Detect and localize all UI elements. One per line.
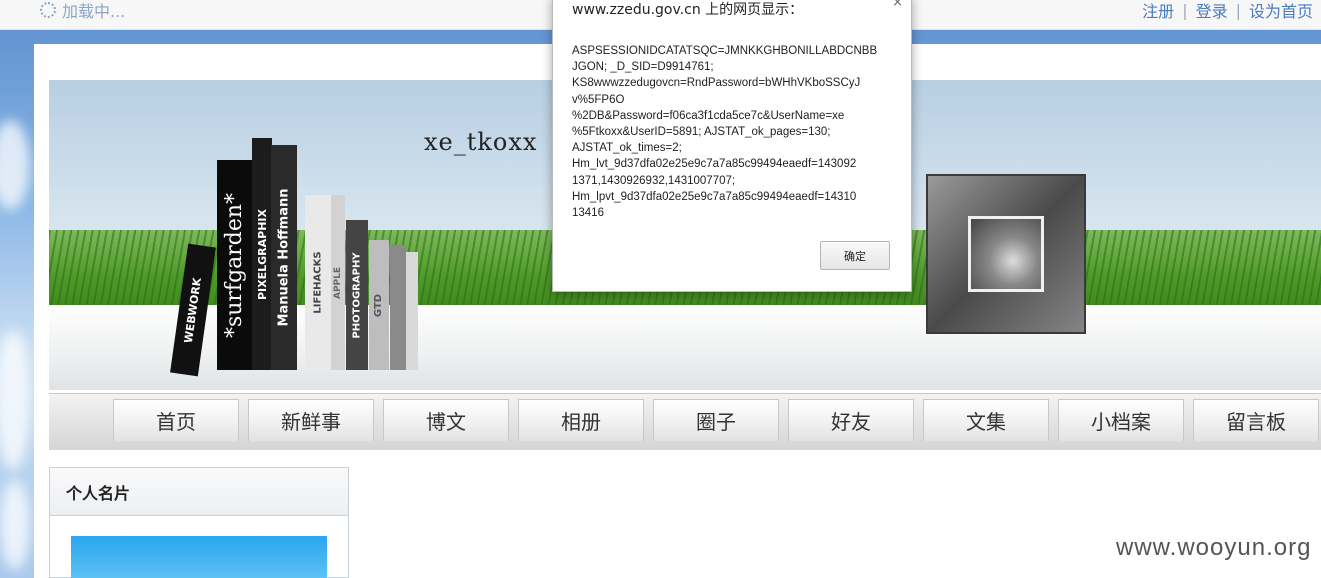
dialog-message: ASPSESSIONIDCATATSQC=JMNKKGHBONILLABDCNB… [572, 43, 894, 221]
book-title: *surfgarden* [222, 192, 248, 338]
message-line: ASPSESSIONIDCATATSQC=JMNKKGHBONILLABDCNB… [572, 45, 878, 57]
book: GTD [369, 240, 389, 370]
profile-card: 个人名片 [49, 467, 349, 578]
photo [968, 216, 1044, 292]
message-line: Hm_lpvt_9d37dfa02e25e9c7a7a85c99494eaedf… [572, 190, 857, 203]
book: LIFEHACKS [305, 195, 331, 370]
message-line: %2DB&Password=f06ca3f1cda5ce7c&UserName=… [572, 109, 845, 122]
nav-item-friends[interactable]: 好友 [788, 399, 914, 441]
book: *surfgarden* [217, 160, 253, 370]
book: PIXELGRAPHIX [252, 138, 272, 370]
book [390, 245, 406, 370]
dialog-title: www.zzedu.gov.cn 上的网页显示： [572, 2, 804, 18]
watermark: www.wooyun.org [1116, 534, 1312, 561]
book: Manuela Hoffmann [271, 145, 297, 370]
cloud [0, 330, 31, 470]
separator: | [1182, 0, 1188, 20]
loading-text: 加载中... [62, 2, 126, 21]
alert-dialog: www.zzedu.gov.cn 上的网页显示： × ASPSESSIONIDC… [552, 0, 912, 292]
nav-item-news[interactable]: 新鲜事 [248, 399, 374, 441]
message-line: Hm_lvt_9d37dfa02e25e9c7a7a85c99494eaedf=… [572, 158, 857, 171]
nav-item-posts[interactable]: 博文 [383, 399, 509, 441]
loading-indicator: 加载中... [40, 0, 126, 21]
avatar [71, 536, 327, 578]
blog-title: xe_tkoxx [424, 128, 538, 156]
message-line: KS8wwwzzedugovcn=RndPassword=bWHhVKboSSC… [572, 77, 861, 90]
message-line: AJSTAT_ok_times=2; [572, 142, 682, 155]
cloud [0, 480, 30, 570]
register-link[interactable]: 注册 [1142, 0, 1174, 22]
profile-card-title: 个人名片 [50, 468, 348, 516]
nav-item-home[interactable]: 首页 [113, 399, 239, 441]
set-homepage-link[interactable]: 设为首页 [1249, 0, 1313, 22]
book [406, 252, 418, 370]
separator: | [1235, 0, 1241, 20]
message-line: 1371,1430926932,1431007707; [572, 174, 736, 187]
book-title: PIXELGRAPHIX [255, 208, 269, 300]
book-title: LIFEHACKS [312, 251, 324, 314]
book: PHOTOGRAPHY [346, 220, 368, 370]
book-title: WEBWORK [181, 276, 205, 344]
nav-item-profile[interactable]: 小档案 [1058, 399, 1184, 441]
nav-item-circles[interactable]: 圈子 [653, 399, 779, 441]
ok-button[interactable]: 确定 [820, 241, 890, 270]
close-icon[interactable]: × [892, 0, 903, 10]
main-nav: 首页 新鲜事 博文 相册 圈子 好友 文集 小档案 留言板 [49, 393, 1321, 450]
book-title: Manuela Hoffmann [276, 188, 292, 327]
top-links: 注册 | 登录 | 设为首页 [1142, 0, 1313, 22]
nav-item-collections[interactable]: 文集 [923, 399, 1049, 441]
picture-frame [926, 174, 1086, 334]
book-title: PHOTOGRAPHY [351, 251, 363, 339]
message-line: 13416 [572, 207, 604, 220]
nav-item-albums[interactable]: 相册 [518, 399, 644, 441]
message-line: %5Ftkoxx&UserID=5891; AJSTAT_ok_pages=13… [572, 126, 831, 139]
book-title: APPLE [333, 266, 344, 299]
login-link[interactable]: 登录 [1196, 0, 1228, 22]
message-line: v%5FP6O [572, 93, 625, 106]
book: APPLE [331, 195, 345, 370]
spinner-icon [40, 2, 56, 18]
book-title: GTD [373, 293, 385, 317]
cloud [0, 120, 30, 210]
nav-item-guestbook[interactable]: 留言板 [1193, 399, 1319, 441]
message-line: JGON; _D_SID=D9914761; [572, 61, 714, 74]
